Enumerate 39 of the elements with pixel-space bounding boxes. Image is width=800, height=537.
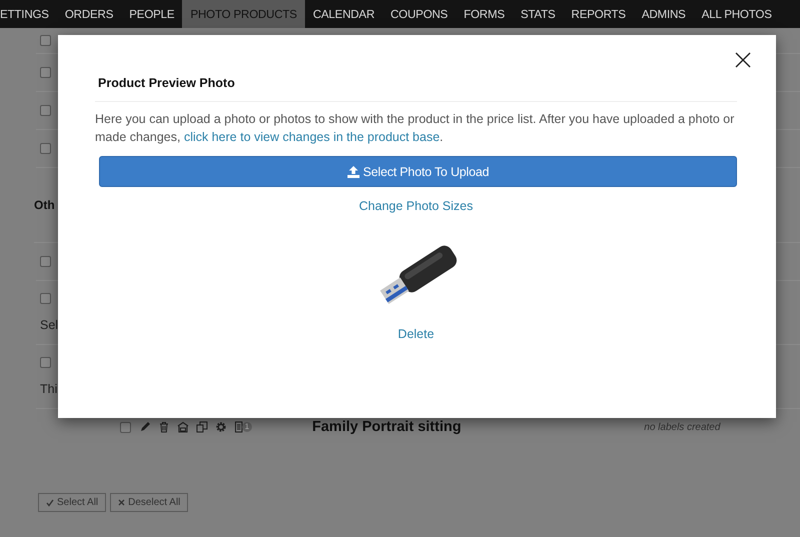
nav-tab[interactable]: FORMS xyxy=(456,0,513,28)
nav-tab[interactable]: PEOPLE xyxy=(121,0,182,28)
check-icon xyxy=(46,498,54,506)
section-heading: Oth xyxy=(34,198,55,212)
checkbox[interactable] xyxy=(40,35,51,46)
upload-icon xyxy=(346,166,360,178)
checkbox[interactable] xyxy=(40,293,51,304)
product-description: Sel xyxy=(40,318,58,332)
checkbox[interactable] xyxy=(40,67,51,78)
trash-icon[interactable] xyxy=(158,421,170,433)
close-icon[interactable] xyxy=(735,52,751,68)
checkbox[interactable] xyxy=(40,143,51,154)
upload-instructions: Here you can upload a photo or photos to show with the product in the price list. After you have uploaded a photo or made changes, click here to view changes in the product base. xyxy=(95,111,736,146)
product-base-link[interactable]: click here to view changes in the product base xyxy=(184,130,440,144)
labels-note: no labels created xyxy=(644,422,720,432)
copy-icon[interactable] xyxy=(196,421,208,433)
checkbox[interactable] xyxy=(40,105,51,116)
nav-tab[interactable]: ORDERS xyxy=(56,0,122,28)
product-description: Thi xyxy=(40,382,58,396)
nav-tab[interactable]: COUPONS xyxy=(382,0,456,28)
count-badge: 1 xyxy=(242,422,252,432)
nav-tab[interactable]: STATS xyxy=(512,0,564,28)
nav-tab[interactable]: CALENDAR xyxy=(304,0,382,28)
house-image-icon[interactable] xyxy=(176,421,189,433)
checkbox[interactable] xyxy=(40,357,51,368)
nav-tab[interactable]: REPORTS xyxy=(563,0,634,28)
checkbox[interactable] xyxy=(120,422,131,432)
change-sizes-link[interactable]: Change Photo Sizes xyxy=(359,199,473,213)
modal-title: Product Preview Photo xyxy=(98,76,235,90)
select-photo-button[interactable]: Select Photo To Upload xyxy=(99,156,737,187)
nav-tab[interactable]: ADMINS xyxy=(634,0,694,28)
nav-tab[interactable]: ETTINGS xyxy=(0,0,57,28)
delete-link[interactable]: Delete xyxy=(398,327,434,341)
product-title: Family Portrait sitting xyxy=(312,419,462,435)
settings-icon[interactable] xyxy=(214,421,227,433)
close-icon xyxy=(118,499,126,506)
pencil-icon[interactable] xyxy=(138,421,151,433)
nav-tab[interactable]: ALL PHOTOS xyxy=(694,0,780,28)
checkbox[interactable] xyxy=(40,256,51,267)
